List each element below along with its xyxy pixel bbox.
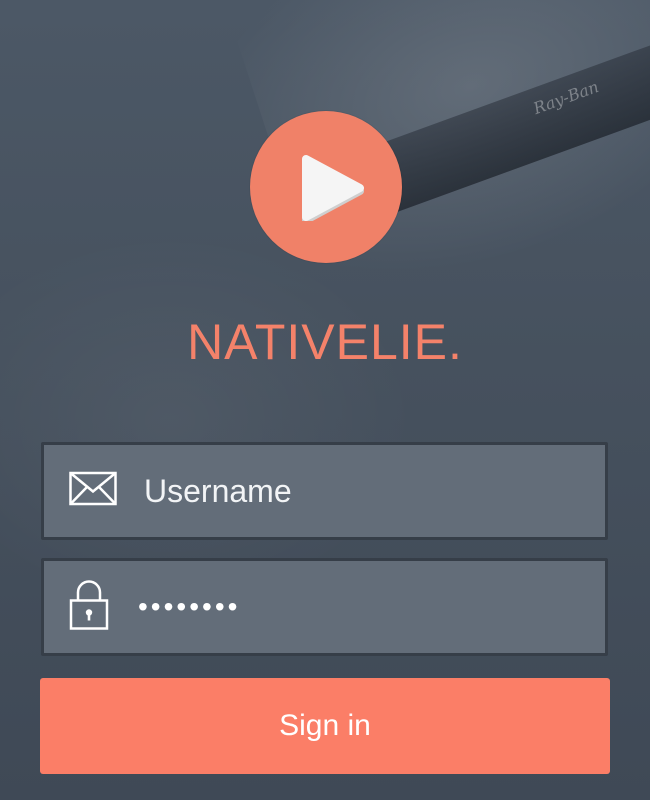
app-logo — [250, 111, 402, 263]
play-icon — [302, 155, 364, 221]
envelope-icon — [69, 471, 117, 511]
password-input[interactable] — [138, 561, 578, 653]
password-field[interactable] — [41, 558, 608, 656]
sign-in-button[interactable]: Sign in — [40, 678, 610, 774]
background-haze — [0, 230, 420, 610]
brand-name: NATIVELIE. — [187, 314, 463, 370]
username-field[interactable] — [41, 442, 608, 540]
lock-icon — [69, 579, 109, 636]
username-input[interactable] — [144, 445, 584, 537]
